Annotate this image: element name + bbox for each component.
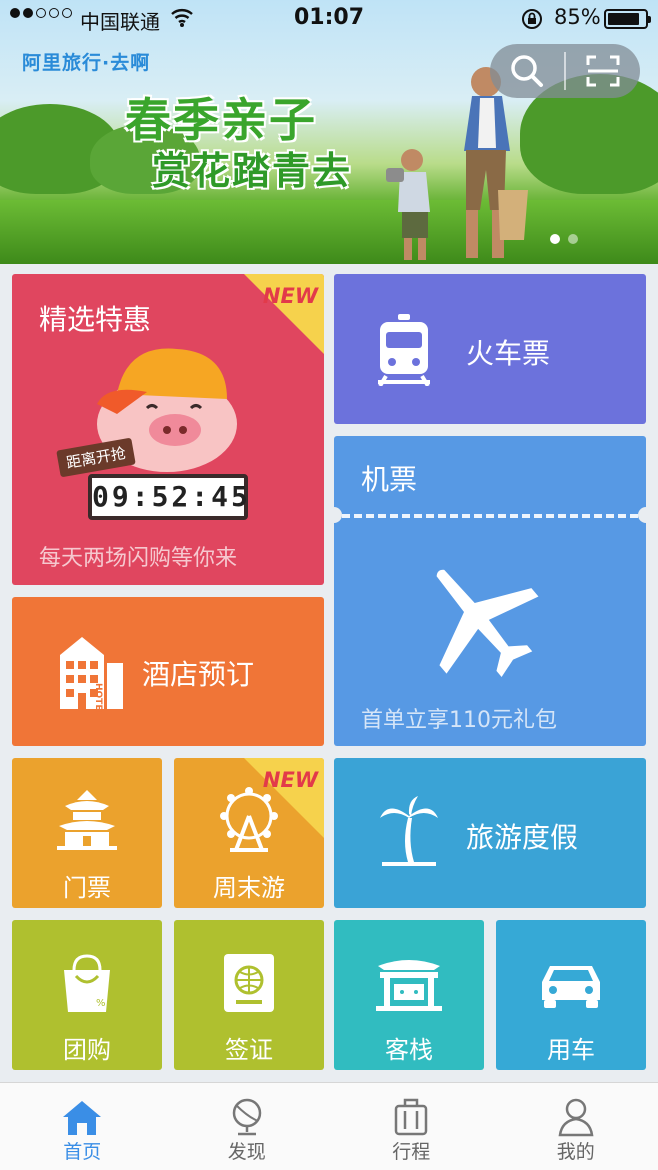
tile-car[interactable]: 用车	[496, 920, 646, 1070]
battery-icon	[604, 9, 651, 29]
tile-weekend-label: 周末游	[213, 874, 285, 902]
airplane-icon	[436, 569, 539, 678]
pager-dot	[568, 234, 578, 244]
train-icon	[378, 314, 430, 386]
tile-groupbuy[interactable]: % 团购	[12, 920, 162, 1070]
tile-visa-label: 签证	[225, 1036, 273, 1064]
battery-percent: 85%	[554, 5, 601, 29]
car-icon	[542, 966, 600, 1008]
tile-tickets[interactable]: 门票	[12, 758, 162, 908]
search-scan-bar	[490, 44, 640, 98]
status-bar: 中国联通 01:07 85%	[0, 0, 658, 38]
pager-dot-active	[550, 234, 560, 244]
ferris-wheel-icon	[220, 787, 278, 852]
tab-discover-label: 发现	[227, 1141, 266, 1163]
brand-logo: 阿里旅行·去啊	[22, 52, 151, 74]
countdown-timer: 09:52:45	[88, 474, 248, 520]
tile-deals-subtitle: 每天两场闪购等你来	[39, 546, 238, 571]
tile-hotel[interactable]: HOTEL 酒店预订	[12, 597, 324, 746]
hotel-sign: HOTEL	[93, 683, 103, 717]
ticket-notch-left	[334, 507, 342, 523]
tab-itinerary[interactable]: 行程	[329, 1083, 494, 1170]
tile-weekend[interactable]: NEW 周末游	[174, 758, 324, 908]
tile-train-label: 火车票	[466, 337, 551, 370]
tile-vacation[interactable]: 旅游度假	[334, 758, 646, 908]
banner-subheadline: 赏花踏青去	[152, 149, 353, 193]
palm-tree-icon	[380, 796, 438, 866]
temple-icon	[57, 790, 117, 850]
tile-vacation-label: 旅游度假	[466, 821, 579, 854]
tile-deals[interactable]: 精选特惠 NEW 距离开抢 09:52:45 每天两场闪购等你来	[12, 274, 324, 585]
svg-text:%: %	[96, 998, 106, 1009]
passport-icon	[224, 954, 274, 1012]
tile-visa[interactable]: 签证	[174, 920, 324, 1070]
tile-car-label: 用车	[547, 1036, 595, 1064]
tile-inn[interactable]: 客栈	[334, 920, 484, 1070]
tab-home[interactable]: 首页	[0, 1083, 165, 1170]
tab-mine[interactable]: 我的	[494, 1083, 658, 1170]
home-icon	[63, 1101, 102, 1135]
tab-mine-label: 我的	[556, 1141, 595, 1163]
tile-flight-label: 机票	[361, 463, 418, 496]
tile-train[interactable]: 火车票	[334, 274, 646, 424]
rotation-lock-icon	[522, 9, 542, 29]
tile-inn-label: 客栈	[385, 1036, 433, 1064]
search-icon	[511, 55, 543, 87]
scan-button[interactable]	[566, 44, 640, 98]
banner-pager[interactable]	[550, 234, 578, 244]
inn-icon	[376, 960, 442, 1011]
tab-home-label: 首页	[63, 1141, 102, 1163]
promo-banner[interactable]: 阿里旅行·去啊 春季亲子 赏花踏青去	[0, 0, 658, 264]
user-icon	[558, 1098, 594, 1137]
bottom-tab-bar: 首页 发现 行程 我的	[0, 1082, 658, 1170]
ticket-divider	[342, 514, 638, 518]
tile-hotel-label: 酒店预订	[142, 658, 255, 691]
search-button[interactable]	[490, 44, 564, 98]
luggage-icon	[395, 1098, 428, 1136]
tab-itinerary-label: 行程	[392, 1141, 431, 1163]
shopping-bag-icon: %	[64, 954, 110, 1012]
globe-icon	[232, 1098, 261, 1136]
scan-icon	[586, 55, 620, 87]
tile-deals-title: 精选特惠	[39, 303, 152, 336]
new-badge: NEW	[244, 274, 324, 354]
hotel-icon	[60, 637, 123, 709]
ticket-notch-right	[638, 507, 646, 523]
tile-flight-promo: 首单立享110元礼包	[361, 708, 557, 733]
tile-groupbuy-label: 团购	[63, 1036, 111, 1064]
tile-tickets-label: 门票	[63, 874, 111, 902]
tab-discover[interactable]: 发现	[165, 1083, 330, 1170]
tile-flight[interactable]: 机票 首单立享110元礼包	[334, 436, 646, 746]
